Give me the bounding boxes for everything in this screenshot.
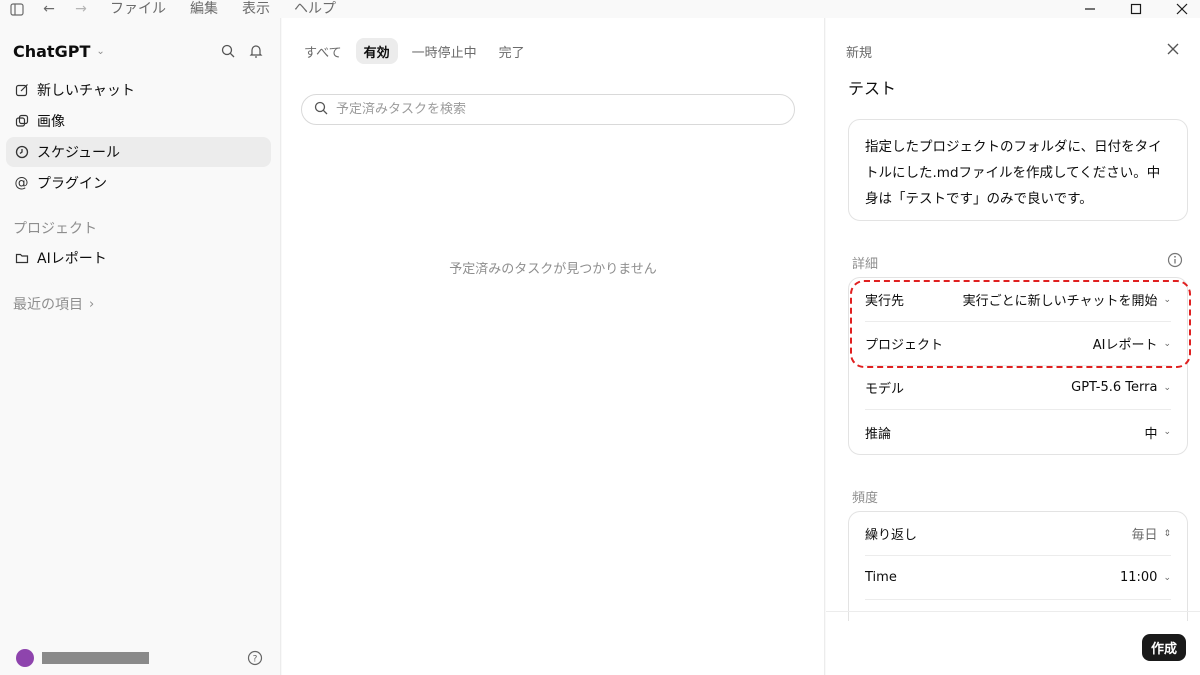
recent-items-toggle[interactable]: 最近の項目 ›: [13, 294, 94, 314]
task-title-field[interactable]: テスト: [848, 75, 896, 99]
sidebar-item-label: スケジュール: [37, 145, 121, 161]
brand-menu[interactable]: ChatGPT ⌄: [13, 42, 105, 61]
sidebar-item-label: 画像: [37, 114, 65, 130]
tab-active[interactable]: 有効: [355, 38, 398, 64]
sidebar-item-new-chat[interactable]: 新しいチャット: [6, 75, 271, 105]
repeat-row[interactable]: 繰り返し 毎日 ⇕: [865, 512, 1171, 556]
close-icon[interactable]: [1166, 42, 1182, 58]
title-bar: ← → ファイル 編集 表示 ヘルプ: [0, 0, 1200, 18]
sidebar-item-project[interactable]: AIレポート: [6, 243, 271, 273]
menu-view[interactable]: 表示: [242, 0, 270, 18]
user-account[interactable]: [16, 649, 149, 667]
bell-icon[interactable]: [248, 43, 264, 59]
help-icon[interactable]: ?: [247, 650, 263, 666]
row-value: 11:00: [1119, 570, 1158, 585]
minimize-icon[interactable]: [1081, 0, 1099, 18]
sidebar-item-plugins[interactable]: @ プラグイン: [6, 168, 271, 198]
time-select[interactable]: 11:00 ⌄: [1120, 570, 1171, 585]
row-label: Time: [865, 570, 897, 585]
row-value: 中: [1144, 426, 1158, 442]
panel-header: 新規: [846, 46, 873, 61]
repeat-select[interactable]: 毎日 ⇕: [1131, 524, 1171, 543]
search-bar[interactable]: [301, 94, 795, 125]
avatar: [16, 649, 34, 667]
frequency-section-label: 頻度: [852, 491, 879, 506]
time-row[interactable]: Time 11:00 ⌄: [865, 556, 1171, 600]
chevron-right-icon: ›: [89, 296, 95, 312]
frequency-group: 繰り返し 毎日 ⇕ Time 11:00 ⌄: [848, 511, 1188, 621]
task-editor-panel: 新規 テスト 指定したプロジェクトのフォルダに、日付をタイトルにした.mdファイ…: [826, 18, 1200, 675]
clock-icon: [14, 145, 29, 160]
folder-icon: [14, 251, 29, 266]
svg-text:?: ?: [253, 655, 258, 665]
sidebar: ChatGPT ⌄ 新しいチャット 画像 スケジュール @ プラグイン プロジェ…: [0, 18, 281, 675]
menu-help[interactable]: ヘルプ: [294, 0, 336, 18]
edit-icon: [14, 83, 29, 98]
chevron-down-icon: ⌄: [1163, 572, 1171, 583]
row-label: モデル: [865, 382, 905, 397]
user-name-redacted: [42, 652, 149, 664]
row-value: GPT-5.6 Terra: [1071, 380, 1158, 395]
search-input[interactable]: [336, 102, 766, 117]
highlight-annotation: [850, 280, 1191, 368]
main-content: すべて 有効 一時停止中 完了 予定済みのタスクが見つかりません: [282, 18, 825, 675]
search-icon: [314, 101, 328, 119]
reasoning-row[interactable]: 推論 中 ⌄: [865, 410, 1171, 454]
sidebar-item-schedule[interactable]: スケジュール: [6, 137, 271, 167]
filter-tabs: すべて 有効 一時停止中 完了: [296, 38, 533, 64]
footer-divider: [826, 611, 1200, 612]
tab-completed[interactable]: 完了: [491, 38, 533, 64]
sidebar-item-label: 新しいチャット: [37, 83, 135, 99]
row-label: 推論: [865, 426, 892, 442]
prompt-textarea[interactable]: 指定したプロジェクトのフォルダに、日付をタイトルにした.mdファイルを作成してく…: [848, 119, 1188, 221]
create-button[interactable]: 作成: [1142, 634, 1186, 661]
recent-label: 最近の項目: [13, 297, 83, 313]
tab-paused[interactable]: 一時停止中: [404, 38, 485, 64]
search-icon[interactable]: [220, 43, 236, 59]
chevron-down-icon: ⌄: [1163, 382, 1171, 393]
sidebar-item-label: AIレポート: [37, 251, 107, 267]
model-row[interactable]: モデル GPT-5.6 Terra ⌄: [865, 366, 1171, 410]
maximize-icon[interactable]: [1127, 0, 1145, 18]
model-select[interactable]: GPT-5.6 Terra ⌄: [1071, 380, 1171, 395]
row-value: 毎日: [1131, 528, 1158, 543]
image-icon: [14, 114, 29, 129]
projects-section-label: プロジェクト: [13, 221, 97, 237]
forward-arrow-icon[interactable]: →: [72, 0, 90, 18]
chevron-down-icon: ⌄: [96, 46, 105, 57]
brand-name: ChatGPT: [13, 42, 91, 61]
menu-edit[interactable]: 編集: [190, 0, 218, 18]
row-label: 繰り返し: [865, 528, 918, 543]
menu-file[interactable]: ファイル: [110, 0, 166, 18]
details-section-label: 詳細: [852, 257, 879, 272]
back-arrow-icon[interactable]: ←: [40, 0, 58, 18]
empty-state-message: 予定済みのタスクが見つかりません: [449, 262, 657, 277]
reasoning-select[interactable]: 中 ⌄: [1144, 423, 1171, 442]
sidebar-toggle-icon[interactable]: [8, 0, 26, 18]
chevron-down-icon: ⌄: [1163, 427, 1171, 437]
chevron-up-down-icon: ⇕: [1163, 528, 1171, 539]
at-icon: @: [14, 175, 29, 191]
sidebar-item-label: プラグイン: [37, 176, 107, 192]
tab-all[interactable]: すべて: [296, 38, 350, 64]
info-icon[interactable]: [1167, 252, 1183, 268]
window-close-icon[interactable]: [1173, 0, 1191, 18]
sidebar-item-images[interactable]: 画像: [6, 106, 271, 136]
